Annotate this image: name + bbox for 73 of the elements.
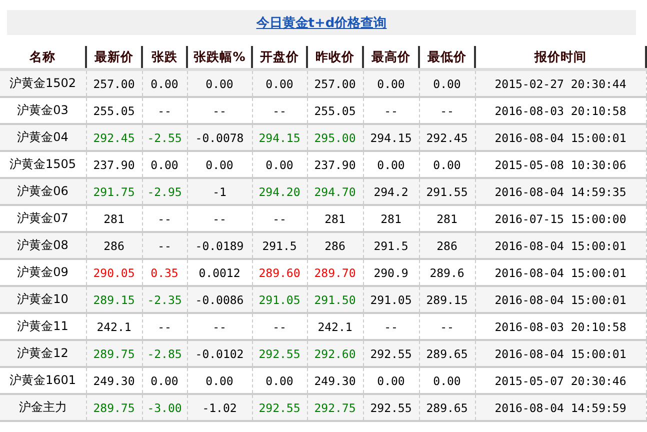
table-cell: 292.55 (252, 394, 307, 421)
contract-name-cell: 沪金主力 (0, 394, 86, 421)
column-header: 报价时间 (475, 46, 646, 70)
table-cell: -2.85 (142, 340, 187, 367)
table-cell: 289.75 (86, 340, 142, 367)
table-cell: 291.50 (307, 286, 363, 313)
contract-name-cell: 沪黄金04 (0, 124, 86, 151)
table-cell: 291.05 (363, 286, 419, 313)
table-cell: 291.55 (419, 178, 475, 205)
table-cell: 2016-08-04 15:00:01 (475, 340, 646, 367)
table-cell: 286 (307, 232, 363, 259)
table-cell: 294.20 (252, 178, 307, 205)
table-cell: 257.00 (86, 70, 142, 97)
table-cell: 0.00 (142, 70, 187, 97)
table-cell: 289.65 (419, 340, 475, 367)
column-header: 最新价 (86, 46, 142, 70)
table-cell: 292.75 (307, 394, 363, 421)
table-cell: 2016-08-04 15:00:01 (475, 124, 646, 151)
table-cell: 292.55 (363, 340, 419, 367)
table-cell: 291.75 (86, 178, 142, 205)
column-header: 昨收价 (307, 46, 363, 70)
table-cell: 0.00 (363, 70, 419, 97)
table-cell: 2016-08-04 14:59:59 (475, 394, 646, 421)
table-cell: 292.45 (86, 124, 142, 151)
table-cell: 292.45 (419, 124, 475, 151)
contract-name-cell: 沪黄金08 (0, 232, 86, 259)
column-header: 最低价 (419, 46, 475, 70)
table-cell: 292.55 (252, 340, 307, 367)
table-cell: -3.00 (142, 394, 187, 421)
table-cell: -0.0102 (187, 340, 252, 367)
table-cell: 0.00 (187, 70, 252, 97)
table-cell: 289.15 (86, 286, 142, 313)
table-cell: 289.75 (86, 394, 142, 421)
table-cell: 294.15 (363, 124, 419, 151)
table-cell: 286 (419, 232, 475, 259)
table-cell: 2016-08-04 14:59:35 (475, 178, 646, 205)
table-cell: 289.65 (419, 394, 475, 421)
table-cell: 294.2 (363, 178, 419, 205)
contract-name-cell: 沪黄金06 (0, 178, 86, 205)
table-cell: 291.5 (363, 232, 419, 259)
table-cell: -2.95 (142, 178, 187, 205)
column-header: 开盘价 (252, 46, 307, 70)
column-header: 名称 (0, 46, 86, 70)
column-header: 最高价 (363, 46, 419, 70)
title-link[interactable]: 今日黄金t+d价格查询 (256, 14, 387, 32)
column-header: 张跌幅% (187, 46, 252, 70)
table-cell: 2016-08-04 15:00:01 (475, 232, 646, 259)
table-cell: 2016-08-04 15:00:01 (475, 286, 646, 313)
contract-name-cell: 沪黄金1502 (0, 70, 86, 97)
table-cell: 291.5 (252, 232, 307, 259)
table-cell: -2.55 (142, 124, 187, 151)
table-cell: 289.15 (419, 286, 475, 313)
column-header: 张跌 (142, 46, 187, 70)
table-cell: 291.05 (252, 286, 307, 313)
table-cell: -0.0078 (187, 124, 252, 151)
table-cell: 294.15 (252, 124, 307, 151)
table-cell: -1.02 (187, 394, 252, 421)
table-cell: 292.55 (363, 394, 419, 421)
table-cell: -- (142, 232, 187, 259)
table-cell: 294.70 (307, 178, 363, 205)
table-cell: -1 (187, 178, 252, 205)
table-cell: 295.00 (307, 124, 363, 151)
contract-name-cell: 沪黄金10 (0, 286, 86, 313)
table-cell: -2.35 (142, 286, 187, 313)
table-cell: -0.0086 (187, 286, 252, 313)
table-cell: 0.00 (252, 70, 307, 97)
table-cell: 292.60 (307, 340, 363, 367)
table-cell: 257.00 (307, 70, 363, 97)
table-cell: 0.00 (419, 70, 475, 97)
table-cell: -0.0189 (187, 232, 252, 259)
table-cell: 286 (86, 232, 142, 259)
contract-name-cell: 沪黄金12 (0, 340, 86, 367)
table-cell: 2015-02-27 20:30:44 (475, 70, 646, 97)
